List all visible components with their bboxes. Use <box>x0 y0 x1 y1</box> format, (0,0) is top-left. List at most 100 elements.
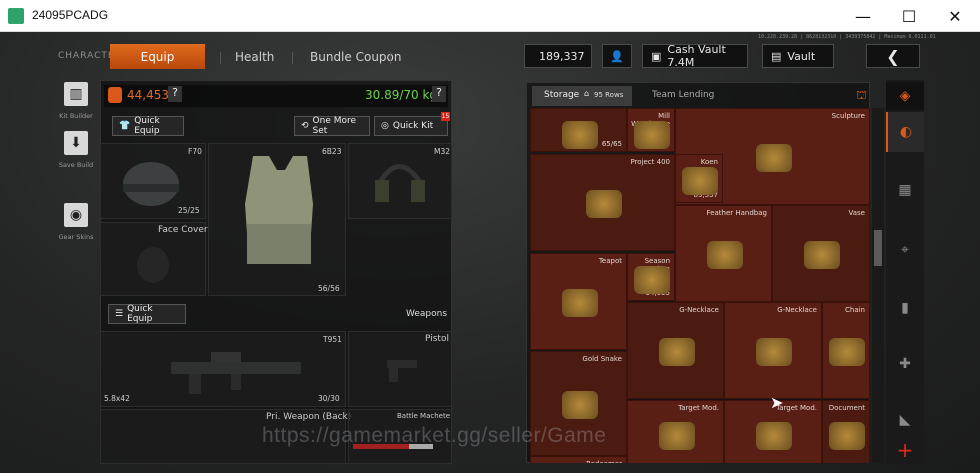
close-button[interactable]: ✕ <box>932 0 978 32</box>
back-button[interactable]: ❮ <box>866 44 920 68</box>
category-medical-icon[interactable]: ✚ <box>886 344 924 384</box>
app-icon <box>8 8 24 24</box>
team-lending-tab[interactable]: Team Lending <box>652 90 714 100</box>
quick-kit-badge: 15 <box>441 112 450 121</box>
storage-item-name: Feather Handbag <box>706 209 767 217</box>
category-ammo-icon[interactable]: ▮ <box>886 288 924 328</box>
vault-icon: ▤ <box>771 49 782 63</box>
sort-icon[interactable]: ⛫ <box>856 88 867 104</box>
maximize-button[interactable]: ☐ <box>886 0 932 32</box>
category-weapons-icon[interactable]: ⌖ <box>886 230 924 270</box>
storage-item[interactable]: Feather Handbag <box>675 205 772 302</box>
storage-item-image <box>634 121 670 149</box>
storage-item[interactable]: Mill Warehouse8/10 <box>627 108 675 152</box>
server-info: 10.228.239.28 | 8628132310 | 3439375842 … <box>758 34 936 40</box>
storage-item-name: Target Mod. <box>678 404 719 412</box>
storage-item[interactable]: Koen 89,337 <box>675 154 723 203</box>
helmet-name: F70 <box>188 147 202 156</box>
face-cover-label: Face Cover <box>158 225 208 235</box>
list-icon: ☰ <box>115 309 124 319</box>
storage-item[interactable]: Redeemer <box>530 456 627 463</box>
storage-item[interactable]: Teapot <box>530 253 627 350</box>
refresh-icon: ⟲ <box>301 121 309 131</box>
scrollbar-thumb[interactable] <box>874 230 882 266</box>
primary-weapon-durability: 30/30 <box>318 394 340 403</box>
storage-item[interactable]: Chain <box>822 302 870 399</box>
vest-durability: 56/56 <box>318 284 340 293</box>
cash-vault-button[interactable]: ▣ Cash Vault 7.4M <box>642 43 748 69</box>
storage-item-image <box>706 240 743 269</box>
storage-scrollbar[interactable] <box>872 108 884 463</box>
home-icon: ⌂ <box>584 89 590 98</box>
helmet-durability: 25/25 <box>178 206 200 215</box>
headset-name: M32 <box>434 147 451 156</box>
storage-item-name: Project 400 <box>630 158 670 166</box>
storage-item[interactable]: G-Necklace <box>724 302 822 399</box>
storage-item[interactable]: Target Mod. <box>627 400 724 463</box>
profile-button[interactable]: 👤 <box>602 44 632 68</box>
vault-button[interactable]: ▤ Vault <box>762 44 834 68</box>
quick-equip-button[interactable]: 👕 Quick Equip <box>112 116 184 136</box>
category-valuables-icon[interactable]: ◐ <box>886 112 924 152</box>
primary-weapon-name: T951 <box>323 335 342 344</box>
weight-help-icon[interactable]: ? <box>432 86 446 102</box>
kit-builder-icon[interactable]: ▥ <box>64 82 88 106</box>
storage-item-image <box>682 167 718 195</box>
storage-item-name: Vase <box>848 209 866 217</box>
shirt-icon: 👕 <box>119 121 131 131</box>
storage-item[interactable]: G-Necklace <box>627 302 724 399</box>
storage-item[interactable]: Season Token34,055 <box>627 253 675 301</box>
storage-item[interactable]: 65/65 <box>530 108 627 152</box>
storage-grid: 65/65 Mill Warehouse8/10 Sculpture Project … <box>530 108 870 463</box>
storage-item-name: Redeemer <box>586 460 622 463</box>
storage-item-name: G-Necklace <box>777 306 817 314</box>
armor-icon <box>108 87 122 103</box>
vest-name: 6B23 <box>322 147 342 156</box>
primary-weapon-slot[interactable] <box>100 331 346 407</box>
storage-item-image <box>658 422 695 450</box>
primary-weapon-ammo: 5.8x42 <box>104 394 130 403</box>
storage-item-image <box>804 240 840 269</box>
add-icon[interactable]: + <box>886 430 924 470</box>
storage-item-image <box>829 337 865 366</box>
vest-slot[interactable] <box>208 143 346 296</box>
koen-balance: 189,337 <box>524 44 592 68</box>
save-build-label: Save Build <box>58 161 94 169</box>
storage-item-image <box>561 121 598 149</box>
gear-skins-icon[interactable]: ◉ <box>64 203 88 227</box>
storage-item-name: Sculpture <box>831 112 865 120</box>
tab-bundle-coupon[interactable]: Bundle Coupon <box>310 50 401 64</box>
storage-item[interactable]: Vase <box>772 205 870 302</box>
koen-value: 189,337 <box>539 49 585 63</box>
cash-vault-label: Cash Vault 7.4M <box>667 43 726 69</box>
minimize-button[interactable]: — <box>840 0 886 32</box>
armor-help-icon[interactable]: ? <box>168 86 182 102</box>
vest-image <box>245 156 313 264</box>
tab-equip[interactable]: Equip <box>110 44 205 69</box>
quick-kit-button[interactable]: ◎ Quick Kit <box>374 116 448 136</box>
storage-item-image <box>756 337 792 366</box>
one-more-set-button[interactable]: ⟲ One More Set <box>294 116 370 136</box>
storage-item-image <box>829 422 865 450</box>
category-all-icon[interactable]: ◈ <box>886 82 924 110</box>
storage-item[interactable]: Document <box>822 400 870 463</box>
tab-health[interactable]: Health <box>235 50 274 64</box>
storage-item-image <box>634 266 670 294</box>
storage-item-name: Chain <box>845 306 865 314</box>
storage-tab[interactable]: Storage ⌂ 95 Rows <box>532 86 632 106</box>
category-gear-icon[interactable]: ▦ <box>886 170 924 210</box>
save-build-icon[interactable]: ⬇ <box>64 131 88 155</box>
rifle-image <box>171 352 301 394</box>
storage-item-image <box>561 390 598 419</box>
weapons-quick-equip-button[interactable]: ☰ Quick Equip <box>108 304 186 324</box>
kit-icon: ◎ <box>381 121 389 131</box>
storage-item[interactable]: Project 400 <box>530 154 675 251</box>
storage-item-name: G-Necklace <box>679 306 719 314</box>
pistol-label: Pistol <box>425 334 449 344</box>
armor-value: 44,453 <box>127 88 169 102</box>
gear-skins-label: Gear Skins <box>58 233 94 241</box>
melee-label: Battle Machete <box>397 412 451 420</box>
storage-item-name: Document <box>828 404 865 412</box>
back-weapon-label: Pri. Weapon (Back) <box>266 412 352 422</box>
storage-item-name: Gold Snake <box>582 355 622 363</box>
